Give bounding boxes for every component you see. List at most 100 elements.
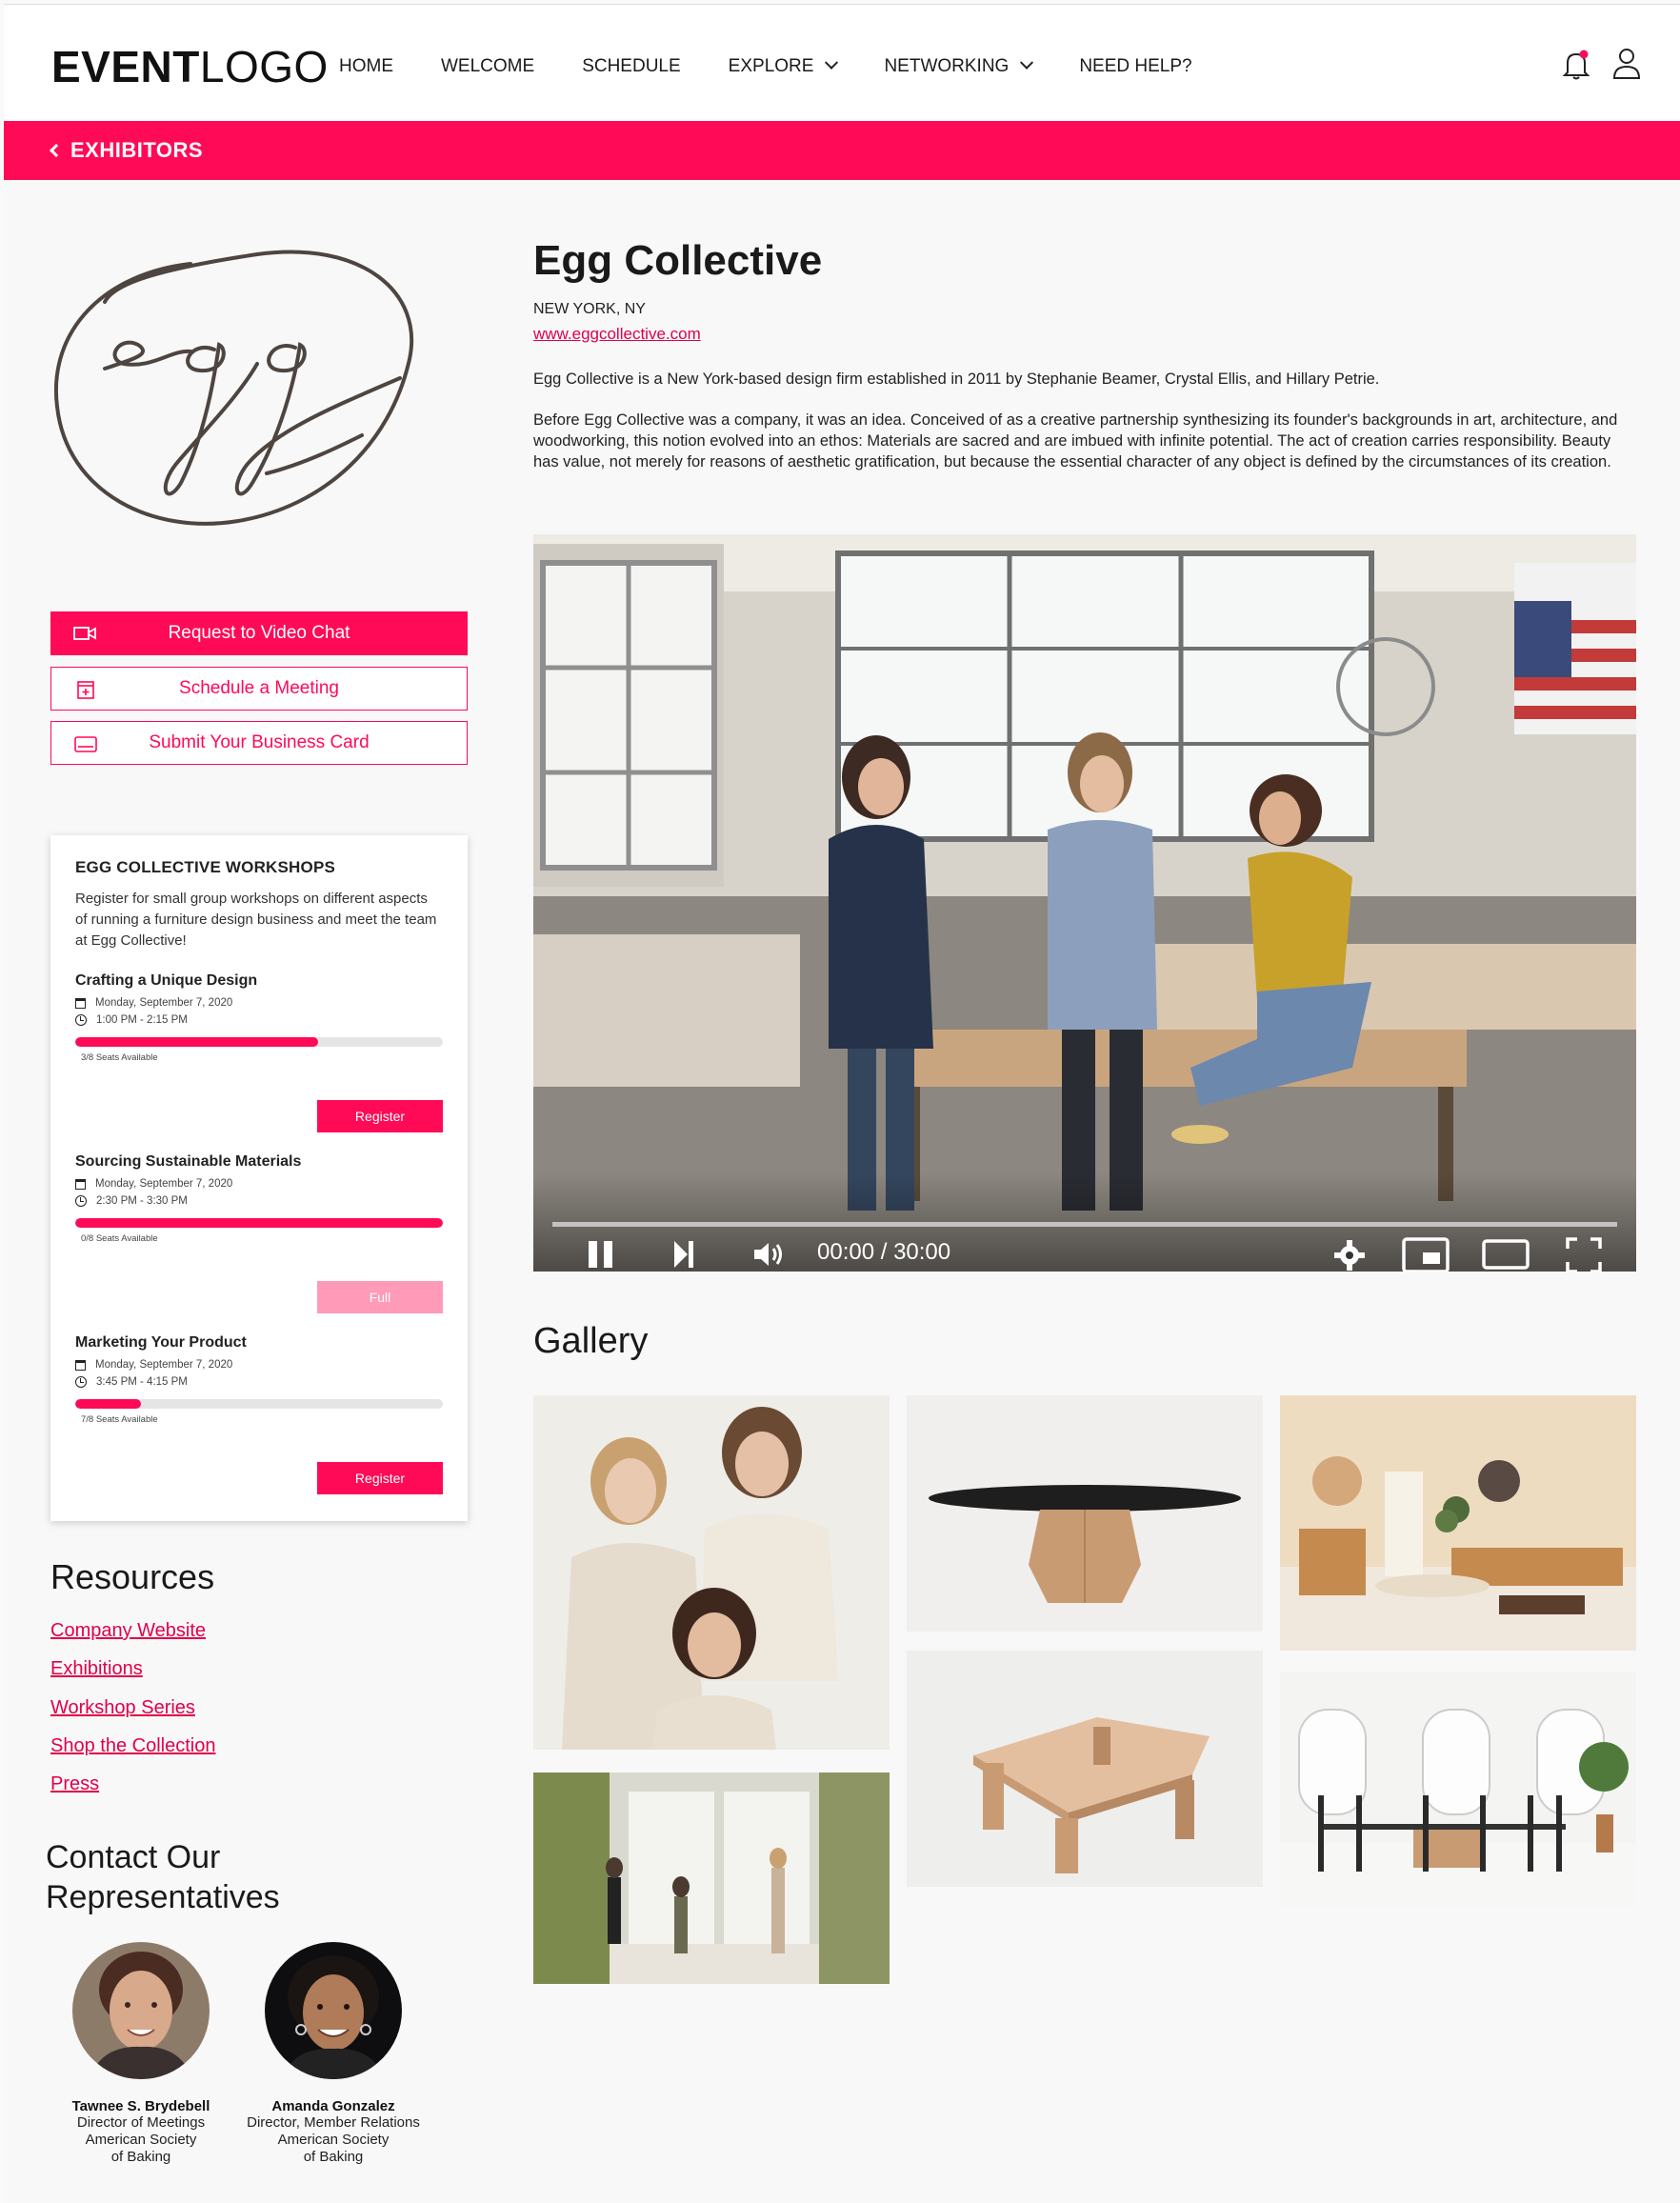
exhibitor-intro: Egg Collective is a New York-based desig… [533,371,1380,388]
video-camera-icon [73,627,96,640]
nav-home[interactable]: HOME [339,56,393,77]
clock-icon [75,1376,87,1388]
main-nav: HOME WELCOME SCHEDULE EXPLORE NETWORKING… [339,55,1240,77]
gallery-image-square-table[interactable] [907,1651,1263,1887]
session-date: Monday, September 7, 2020 [95,997,233,1009]
rep-role: Director, Member Relations [247,2114,420,2131]
nav-schedule[interactable]: SCHEDULE [582,56,680,77]
submit-business-card-button[interactable]: Submit Your Business Card [50,721,468,765]
session-name: Marketing Your Product [75,1334,247,1351]
session-name: Sourcing Sustainable Materials [75,1153,302,1170]
representative-card[interactable]: Tawnee S. Brydebell Director of Meetings… [46,1942,236,2166]
video-player[interactable]: 00:00 / 30:00 [533,534,1636,1272]
gallery-image-founders[interactable] [533,1395,890,1750]
workshop-session: Marketing Your Product Monday, September… [75,1334,443,1494]
seats-progress-fill [75,1037,318,1047]
rep-role: Director of Meetings [76,2114,206,2131]
gallery-image-showroom[interactable] [533,1772,890,1984]
breadcrumb-bar: EXHIBITORS [4,121,1680,180]
workshops-description: Register for small group workshops on di… [75,891,437,949]
top-navigation: EVENTLOGO HOME WELCOME SCHEDULE EXPLORE … [4,5,1680,121]
resources-title: Resources [50,1557,215,1596]
seats-progress-fill [75,1399,142,1409]
register-button[interactable]: Register [317,1100,443,1132]
rep-name: Tawnee S. Brydebell [71,2098,210,2114]
exhibitor-name: Egg Collective [533,237,823,284]
nav-explore[interactable]: EXPLORE [729,55,839,77]
resource-link-exhibitions[interactable]: Exhibitions [50,1658,143,1680]
calendar-icon [75,1178,86,1190]
register-button[interactable]: Register [317,1462,443,1494]
resource-link-press[interactable]: Press [50,1773,99,1795]
rep-org: of Baking [110,2149,171,2165]
chevron-down-icon [825,55,839,70]
session-date: Monday, September 7, 2020 [95,1359,233,1371]
session-date: Monday, September 7, 2020 [95,1178,233,1190]
session-name: Crafting a Unique Design [75,972,258,989]
chevron-down-icon [1020,55,1034,70]
calendar-add-icon [77,681,94,699]
workshops-card: EGG COLLECTIVE WORKSHOPS Register for sm… [50,835,468,1521]
session-time: 3:45 PM - 4:15 PM [96,1376,188,1388]
seats-available: 3/8 Seats Available [81,1052,158,1063]
miniplayer-icon[interactable] [1402,1237,1450,1272]
request-video-chat-button[interactable]: Request to Video Chat [50,611,468,655]
gallery-title: Gallery [533,1321,649,1361]
exhibitor-logo [53,250,414,526]
seats-progress-bar [75,1037,443,1047]
workshops-title: EGG COLLECTIVE WORKSHOPS [75,858,336,876]
workshop-session: Crafting a Unique Design Monday, Septemb… [75,972,443,1132]
workshop-session: Sourcing Sustainable Materials Monday, S… [75,1153,443,1313]
clock-icon [75,1014,87,1026]
nav-networking[interactable]: NETWORKING [884,55,1034,77]
exhibitor-about: Before Egg Collective was a company, it … [533,411,1618,471]
fullscreen-icon[interactable] [1566,1237,1602,1272]
event-logo[interactable]: EVENTLOGO [51,41,329,92]
user-profile-icon[interactable] [1611,47,1642,81]
session-time: 1:00 PM - 2:15 PM [96,1014,188,1026]
back-to-exhibitors-link[interactable]: EXHIBITORS [49,138,203,163]
schedule-meeting-button[interactable]: Schedule a Meeting [50,667,468,711]
resource-link-shop[interactable]: Shop the Collection [50,1735,215,1757]
chevron-left-icon [49,143,64,158]
notification-bell-icon[interactable] [1562,49,1590,81]
page: EVENTLOGO HOME WELCOME SCHEDULE EXPLORE … [4,4,1680,2203]
video-progress-bar[interactable] [552,1222,1617,1227]
video-time: 00:00 / 30:00 [817,1239,951,1265]
pause-icon[interactable] [587,1239,615,1270]
avatar [72,1942,210,2079]
volume-icon[interactable] [752,1241,785,1268]
resource-link-company-website[interactable]: Company Website [50,1620,206,1642]
rep-org: of Baking [303,2149,364,2165]
resource-link-workshop-series[interactable]: Workshop Series [50,1697,195,1719]
avatar [265,1942,402,2079]
rep-org: American Society [85,2132,197,2148]
session-time: 2:30 PM - 3:30 PM [96,1195,188,1207]
representative-card[interactable]: Amanda Gonzalez Director, Member Relatio… [238,1942,429,2166]
seats-progress-bar [75,1399,443,1409]
video-frame [533,534,1636,1272]
video-controls: 00:00 / 30:00 [533,1172,1636,1272]
full-button[interactable]: Full [317,1281,443,1313]
nav-need-help[interactable]: NEED HELP? [1079,56,1191,77]
gallery-image-living-room[interactable] [1280,1395,1636,1651]
rep-org: American Society [277,2132,390,2148]
nav-welcome[interactable]: WELCOME [441,56,534,77]
gallery-image-oval-table[interactable] [907,1395,1263,1632]
gallery-image-dining-room[interactable] [1280,1672,1636,1908]
seats-progress-fill [75,1218,443,1228]
calendar-icon [75,997,86,1009]
clock-icon [75,1195,87,1207]
business-card-icon [74,736,97,752]
calendar-icon [75,1359,86,1371]
exhibitor-location: NEW YORK, NY [533,301,646,317]
seats-available: 7/8 Seats Available [81,1414,158,1425]
contact-title: Contact Our Representatives [46,1839,280,1915]
exhibitor-website-link[interactable]: www.eggcollective.com [533,325,701,344]
seats-progress-bar [75,1218,443,1228]
skip-next-icon[interactable] [672,1239,695,1270]
seats-available: 0/8 Seats Available [81,1233,158,1244]
settings-gear-icon[interactable] [1333,1239,1366,1272]
rep-name: Amanda Gonzalez [271,2098,395,2114]
theater-mode-icon[interactable] [1482,1239,1530,1272]
